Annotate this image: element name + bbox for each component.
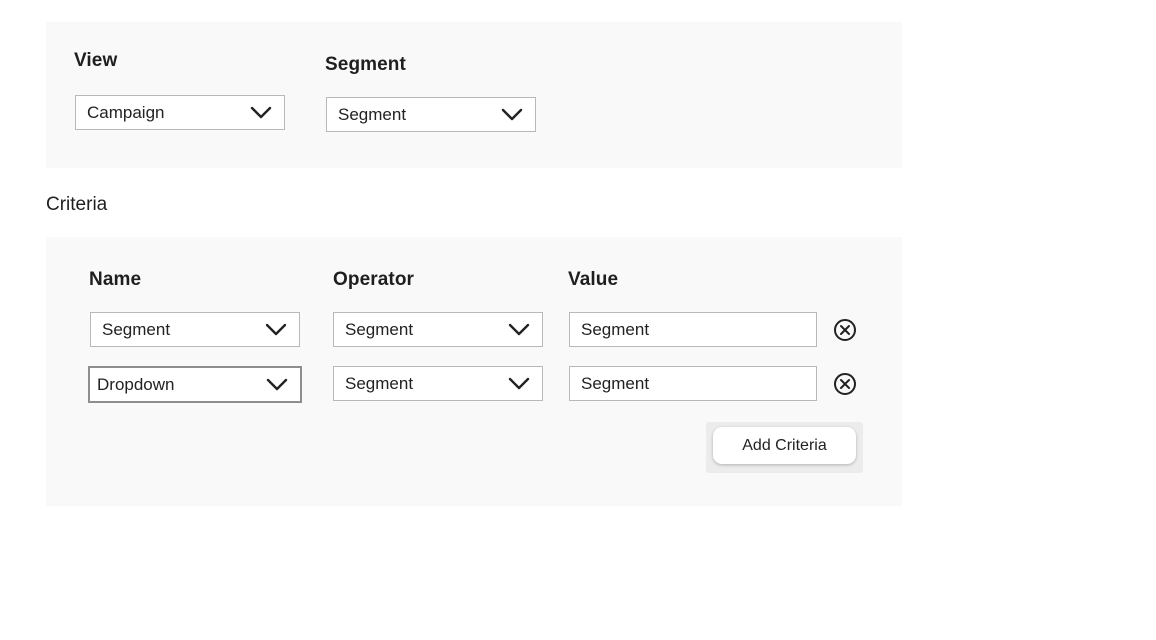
name-column-header: Name <box>89 269 142 290</box>
view-select-value: Campaign <box>87 102 165 122</box>
criteria-row-2-value-text: Segment <box>581 373 650 393</box>
view-label: View <box>74 50 118 71</box>
criteria-row-2-name-select[interactable]: Dropdown <box>88 366 302 403</box>
operator-column-header: Operator <box>333 269 415 290</box>
close-circle-icon[interactable] <box>833 372 857 396</box>
criteria-row-2-operator-value: Segment <box>345 373 414 393</box>
value-column-header: Value <box>568 269 619 290</box>
criteria-row-2-value-input[interactable]: Segment <box>569 366 817 401</box>
chevron-down-icon <box>250 106 272 118</box>
criteria-row-1-value-text: Segment <box>581 319 650 339</box>
close-circle-icon[interactable] <box>833 318 857 342</box>
segment-select[interactable]: Segment <box>326 97 536 132</box>
segment-select-value: Segment <box>338 104 407 124</box>
chevron-down-icon <box>508 377 530 389</box>
criteria-heading: Criteria <box>46 194 108 215</box>
view-select[interactable]: Campaign <box>75 95 285 130</box>
chevron-down-icon <box>501 108 523 120</box>
criteria-row-1-name-select[interactable]: Segment <box>90 312 300 347</box>
add-criteria-button[interactable]: Add Criteria <box>713 427 856 464</box>
criteria-row-1-name-value: Segment <box>102 319 171 339</box>
chevron-down-icon <box>508 323 530 335</box>
chevron-down-icon <box>265 323 287 335</box>
criteria-row-1-value-input[interactable]: Segment <box>569 312 817 347</box>
criteria-row-2-operator-select[interactable]: Segment <box>333 366 543 401</box>
chevron-down-icon <box>266 378 288 390</box>
segment-label: Segment <box>325 54 406 75</box>
add-criteria-button-container: Add Criteria <box>706 422 863 473</box>
criteria-row-2-name-value: Dropdown <box>97 374 175 394</box>
criteria-row-1-operator-value: Segment <box>345 319 414 339</box>
criteria-row-1-operator-select[interactable]: Segment <box>333 312 543 347</box>
